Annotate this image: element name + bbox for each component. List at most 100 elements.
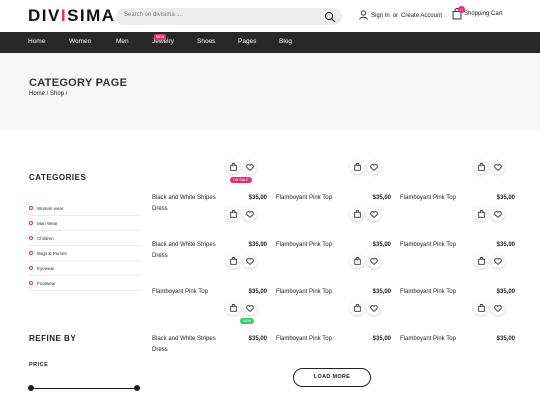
product-card[interactable]: NEW Black and White Stripes Dress $35,00 bbox=[152, 301, 267, 353]
product-card[interactable]: Flamboyant Pink Top $35,00 bbox=[276, 254, 391, 299]
category-item[interactable]: Man Wear bbox=[29, 216, 141, 231]
add-to-cart-button[interactable] bbox=[226, 160, 240, 174]
wishlist-button[interactable] bbox=[491, 254, 505, 268]
product-card[interactable]: ON SALE Black and White Stripes Dress $35,… bbox=[152, 160, 267, 212]
product-actions bbox=[226, 160, 257, 174]
add-to-cart-button[interactable] bbox=[226, 254, 240, 268]
product-name[interactable]: Flamboyant Pink Top bbox=[400, 240, 478, 251]
product-price: $35,00 bbox=[372, 195, 391, 201]
product-name[interactable]: Flamboyant Pink Top bbox=[400, 193, 478, 204]
add-to-cart-button[interactable] bbox=[474, 254, 488, 268]
category-item[interactable]: Footwear bbox=[29, 276, 141, 291]
product-name[interactable]: Flamboyant Pink Top bbox=[400, 334, 478, 345]
wishlist-button[interactable] bbox=[243, 301, 257, 315]
category-label: Bags & Purses bbox=[37, 250, 67, 256]
category-label: Man Wear bbox=[37, 220, 58, 226]
nav-pages[interactable]: Pages bbox=[238, 38, 256, 45]
nav-men[interactable]: Men bbox=[116, 38, 129, 45]
logo-text: DIVISIMA bbox=[28, 6, 116, 25]
breadcrumb[interactable]: Home / Shop / bbox=[29, 91, 67, 97]
wishlist-button[interactable] bbox=[367, 301, 381, 315]
wishlist-button[interactable] bbox=[367, 207, 381, 221]
product-card[interactable]: Flamboyant Pink Top $35,00 bbox=[152, 254, 267, 299]
page-hero: CATEGORY PAGE Home / Shop / bbox=[0, 53, 540, 130]
logo[interactable]: DIVISIMA bbox=[28, 6, 116, 26]
heart-icon bbox=[370, 163, 378, 171]
product-name[interactable]: Black and White Stripes Dress bbox=[152, 334, 230, 356]
account-links: Sign In or Create Account bbox=[359, 10, 442, 22]
product-price: $35,00 bbox=[496, 242, 515, 248]
product-card[interactable]: Flamboyant Pink Top $35,00 bbox=[400, 207, 515, 252]
bullet-icon bbox=[29, 206, 33, 210]
sign-in-link[interactable]: Sign In bbox=[371, 13, 390, 19]
wishlist-button[interactable] bbox=[367, 160, 381, 174]
search-icon[interactable] bbox=[324, 10, 336, 28]
shopping-bag-icon bbox=[477, 304, 485, 312]
add-to-cart-button[interactable] bbox=[474, 301, 488, 315]
search-bar[interactable]: Search on divisima .... bbox=[116, 8, 342, 25]
product-name[interactable]: Flamboyant Pink Top bbox=[276, 287, 354, 298]
price-slider-max-handle[interactable] bbox=[134, 385, 140, 391]
product-price: $35,00 bbox=[248, 195, 267, 201]
nav-jewelry[interactable]: NEW Jewelry bbox=[152, 34, 174, 45]
load-more-button[interactable]: LOAD MORE bbox=[293, 368, 371, 387]
product-name[interactable]: Flamboyant Pink Top bbox=[276, 193, 354, 204]
product-name[interactable]: Flamboyant Pink Top bbox=[400, 287, 478, 298]
category-item[interactable]: Children bbox=[29, 231, 141, 246]
category-item[interactable]: Eyewear bbox=[29, 261, 141, 276]
create-account-link[interactable]: Create Account bbox=[401, 13, 442, 19]
bullet-icon bbox=[29, 221, 33, 225]
nav-women[interactable]: Women bbox=[69, 38, 91, 45]
product-name[interactable]: Flamboyant Pink Top bbox=[276, 334, 354, 345]
product-name[interactable]: Flamboyant Pink Top bbox=[276, 240, 354, 251]
product-card[interactable]: Flamboyant Pink Top $35,00 bbox=[276, 207, 391, 252]
heart-icon bbox=[494, 163, 502, 171]
add-to-cart-button[interactable] bbox=[350, 207, 364, 221]
nav-blog[interactable]: Blog bbox=[279, 38, 292, 45]
wishlist-button[interactable] bbox=[243, 207, 257, 221]
page-title: CATEGORY PAGE bbox=[29, 77, 128, 89]
add-to-cart-button[interactable] bbox=[474, 160, 488, 174]
product-card[interactable]: Flamboyant Pink Top $35,00 bbox=[400, 160, 515, 205]
product-card[interactable]: Black and White Stripes Dress $35,00 bbox=[152, 207, 267, 259]
wishlist-button[interactable] bbox=[491, 301, 505, 315]
shopping-bag-icon bbox=[229, 304, 237, 312]
category-item[interactable]: Bags & Purses bbox=[29, 246, 141, 261]
cart-link[interactable]: 0 Shopping Cart bbox=[452, 6, 502, 20]
product-card[interactable]: Flamboyant Pink Top $35,00 bbox=[276, 301, 391, 346]
search-input[interactable]: Search on divisima .... bbox=[124, 12, 183, 18]
product-card[interactable]: Flamboyant Pink Top $35,00 bbox=[400, 254, 515, 299]
add-to-cart-button[interactable] bbox=[226, 207, 240, 221]
product-price: $35,00 bbox=[372, 289, 391, 295]
wishlist-button[interactable] bbox=[491, 160, 505, 174]
nav-shoes[interactable]: Shoes bbox=[197, 38, 215, 45]
add-to-cart-button[interactable] bbox=[350, 301, 364, 315]
wishlist-button[interactable] bbox=[491, 207, 505, 221]
product-name[interactable]: Flamboyant Pink Top bbox=[152, 287, 230, 298]
wishlist-button[interactable] bbox=[367, 254, 381, 268]
heart-icon bbox=[370, 210, 378, 218]
wishlist-button[interactable] bbox=[243, 160, 257, 174]
heart-icon bbox=[246, 163, 254, 171]
price-slider-track[interactable] bbox=[31, 388, 137, 389]
category-item[interactable]: Woman wear bbox=[29, 201, 141, 216]
add-to-cart-button[interactable] bbox=[474, 207, 488, 221]
bullet-icon bbox=[29, 266, 33, 270]
user-icon[interactable] bbox=[359, 10, 368, 22]
categories-title: CATEGORIES bbox=[29, 173, 87, 182]
category-label: Woman wear bbox=[37, 205, 64, 211]
add-to-cart-button[interactable] bbox=[226, 301, 240, 315]
price-slider-min-handle[interactable] bbox=[28, 385, 34, 391]
product-actions bbox=[474, 207, 505, 221]
add-to-cart-button[interactable] bbox=[350, 160, 364, 174]
category-label: Footwear bbox=[37, 280, 56, 286]
bullet-icon bbox=[29, 236, 33, 240]
nav-home[interactable]: Home bbox=[28, 38, 45, 45]
wishlist-button[interactable] bbox=[243, 254, 257, 268]
product-card[interactable]: Flamboyant Pink Top $35,00 bbox=[276, 160, 391, 205]
shopping-bag-icon: 0 bbox=[452, 6, 465, 20]
product-card[interactable]: Flamboyant Pink Top $35,00 bbox=[400, 301, 515, 346]
add-to-cart-button[interactable] bbox=[350, 254, 364, 268]
shopping-bag-icon bbox=[477, 163, 485, 171]
heart-icon bbox=[370, 257, 378, 265]
